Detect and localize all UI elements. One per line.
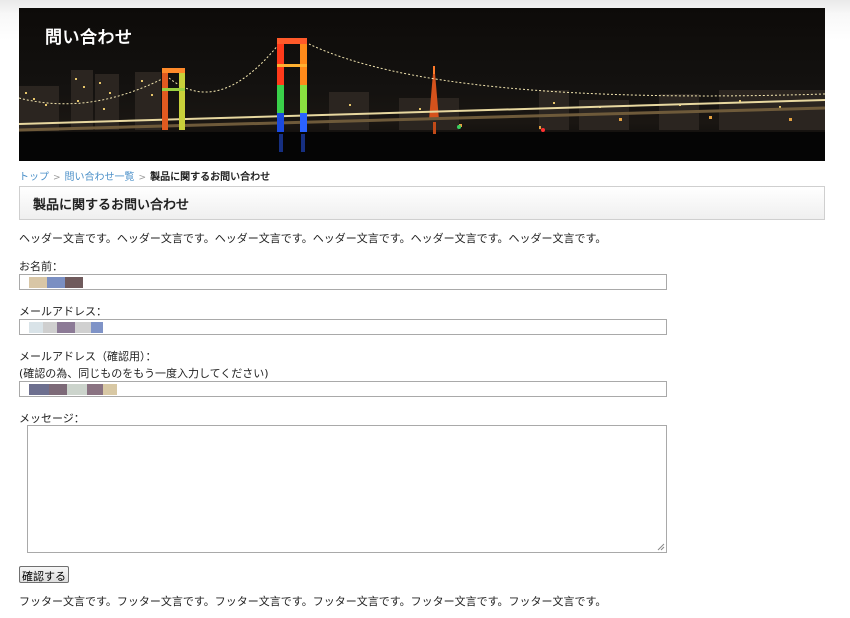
email-confirm-input[interactable] (19, 381, 667, 397)
name-input[interactable] (19, 274, 667, 290)
header-text: ヘッダー文言です。ヘッダー文言です。ヘッダー文言です。ヘッダー文言です。ヘッダー… (19, 232, 607, 245)
redacted-block (43, 321, 57, 333)
resize-grip-icon[interactable] (657, 543, 665, 551)
email-confirm-note: (確認の為、同じものをもう一度入力してください) (19, 367, 269, 380)
footer-text: フッター文言です。フッター文言です。フッター文言です。フッター文言です。フッター… (19, 595, 607, 608)
breadcrumb-chevron-icon: > (138, 173, 147, 183)
redacted-block (75, 321, 91, 333)
breadcrumb: トップ > 問い合わせ一覧 > 製品に関するお問い合わせ (19, 168, 270, 183)
redacted-block (47, 276, 65, 288)
redacted-block (29, 321, 43, 333)
breadcrumb-chevron-icon: > (53, 173, 61, 183)
breadcrumb-link-top[interactable]: トップ (19, 172, 49, 183)
breadcrumb-current: 製品に関するお問い合わせ (150, 172, 271, 183)
email-confirm-label: メールアドレス（確認用）： (19, 350, 157, 363)
redacted-block (29, 383, 49, 395)
page-container: 問い合わせ トップ > 問い合わせ一覧 > 製品に関するお問い合わせ 製品に関するお問い… (19, 8, 825, 608)
message-label: メッセージ： (19, 412, 85, 425)
message-textarea[interactable] (27, 425, 667, 553)
header-banner: 問い合わせ (19, 8, 825, 161)
redacted-block (49, 383, 67, 395)
site-title: 問い合わせ (45, 28, 133, 48)
redacted-block (29, 276, 47, 288)
breadcrumb-link-inquiry-list[interactable]: 問い合わせ一覧 (65, 172, 135, 183)
banner-image (19, 38, 825, 161)
page-title: 製品に関するお問い合わせ (33, 198, 190, 213)
redacted-block (87, 383, 103, 395)
email-label: メールアドレス： (19, 305, 107, 318)
redacted-block (57, 321, 75, 333)
email-input[interactable] (19, 319, 667, 335)
redacted-block (91, 321, 103, 333)
redacted-block (67, 383, 87, 395)
page-heading-box: 製品に関するお問い合わせ (19, 186, 825, 220)
name-label: お名前： (19, 260, 63, 273)
confirm-button[interactable]: 確認する (19, 566, 69, 583)
redacted-block (65, 276, 83, 288)
redacted-block (103, 383, 117, 395)
